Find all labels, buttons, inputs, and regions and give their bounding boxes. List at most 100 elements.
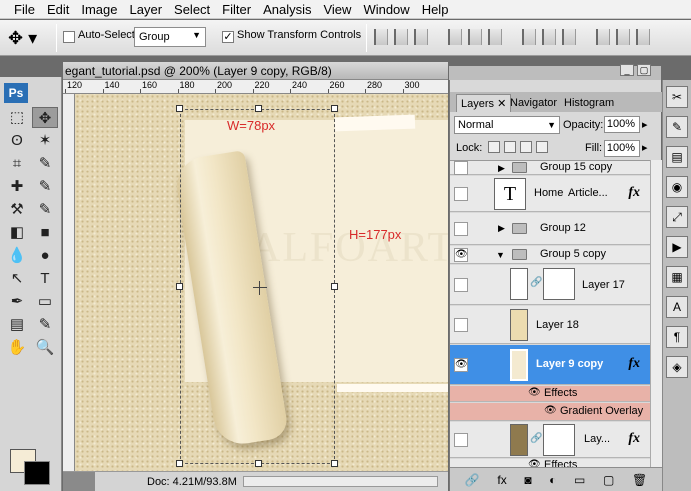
transform-dock-icon[interactable]: ⤢ [666, 206, 688, 228]
menu-edit[interactable]: Edit [41, 0, 75, 19]
distribute-hcenter-icon[interactable] [616, 29, 630, 45]
pen-icon[interactable]: ✒ [4, 291, 30, 312]
marquee-icon[interactable]: ⬚ [4, 107, 30, 128]
visibility-toggle[interactable] [454, 432, 468, 447]
styles-dock-icon[interactable]: ▦ [666, 266, 688, 288]
fx-icon[interactable]: fx [497, 473, 506, 487]
visibility-toggle[interactable] [454, 186, 468, 201]
lasso-icon[interactable]: ʘ [4, 130, 30, 151]
hand-icon[interactable]: ✋ [4, 337, 30, 358]
notes-icon[interactable]: ▤ [4, 314, 30, 335]
link-icon[interactable]: 🔗 [530, 433, 542, 444]
expand-icon[interactable]: ▶ [498, 223, 505, 234]
distribute-vcenter-icon[interactable] [542, 29, 556, 45]
eyedropper-icon[interactable]: ✎ [32, 314, 58, 335]
layer-row-group-15-copy[interactable]: ▶ Group 15 copy [450, 161, 650, 175]
shape-icon[interactable]: ▭ [32, 291, 58, 312]
menu-help[interactable]: Help [416, 0, 455, 19]
align-left-icon[interactable] [448, 29, 462, 45]
layer-row-layer-17[interactable]: 🔗 Layer 17 [450, 265, 650, 305]
brush-dock-icon[interactable]: ✎ [666, 116, 688, 138]
slice-icon[interactable]: ✎ [32, 153, 58, 174]
character-dock-icon[interactable]: A [666, 296, 688, 318]
collapse-icon[interactable]: ▼ [496, 250, 505, 260]
align-hcenter-icon[interactable] [468, 29, 482, 45]
background-color-swatch[interactable] [24, 461, 50, 485]
menu-analysis[interactable]: Analysis [257, 0, 317, 19]
transform-handle[interactable] [331, 460, 338, 467]
dodge-icon[interactable]: ● [32, 245, 58, 266]
brush-icon[interactable]: ✎ [32, 176, 58, 197]
auto-select-checkbox[interactable] [63, 31, 75, 43]
layer-row-home[interactable]: T Home Article... fx [450, 176, 650, 212]
mask-icon[interactable]: ◙ [524, 473, 531, 487]
align-right-icon[interactable] [488, 29, 502, 45]
distribute-left-icon[interactable] [596, 29, 610, 45]
restore-icon[interactable]: ▢ [637, 64, 651, 76]
crop-icon[interactable]: ⌗ [4, 153, 30, 174]
distribute-bottom-icon[interactable] [562, 29, 576, 45]
effect-visibility-icon[interactable]: 👁 [544, 405, 557, 416]
eraser-icon[interactable]: ◧ [4, 222, 30, 243]
transform-handle[interactable] [176, 460, 183, 467]
transform-handle[interactable] [176, 283, 183, 290]
opacity-arrow-icon[interactable]: ▸ [642, 118, 648, 131]
layer-row-group-5-copy[interactable]: 👁 ▼ Group 5 copy [450, 246, 650, 264]
path-select-icon[interactable]: ↖ [4, 268, 30, 289]
layers-scrollbar[interactable] [650, 160, 662, 467]
fx-icon[interactable]: fx [628, 185, 640, 201]
layer-effect-gradient-overlay[interactable]: 👁 Gradient Overlay [450, 403, 650, 421]
zoom-icon[interactable]: 🔍 [32, 337, 58, 358]
magic-wand-icon[interactable]: ✶ [32, 130, 58, 151]
transform-handle[interactable] [176, 105, 183, 112]
visibility-toggle[interactable] [454, 277, 468, 292]
effect-visibility-icon[interactable]: 👁 [528, 387, 541, 398]
type-icon[interactable]: T [32, 268, 58, 289]
layer-effects-row[interactable]: 👁 Effects [450, 459, 650, 467]
blur-icon[interactable]: 💧 [4, 245, 30, 266]
tab-histogram[interactable]: Histogram [560, 94, 618, 112]
show-transform-checkbox[interactable]: ✓ [222, 31, 234, 43]
transform-handle[interactable] [255, 105, 262, 112]
menu-view[interactable]: View [317, 0, 357, 19]
visibility-toggle[interactable] [454, 317, 468, 332]
layer-row-layer-9-copy[interactable]: 👁 Layer 9 copy fx [450, 345, 650, 385]
fx-icon[interactable]: fx [628, 431, 640, 447]
visibility-toggle[interactable]: 👁 [454, 357, 468, 372]
align-top-icon[interactable] [374, 29, 388, 45]
distribute-right-icon[interactable] [636, 29, 650, 45]
fill-field[interactable]: 100% [604, 140, 640, 157]
notes-dock-icon[interactable]: ▤ [666, 146, 688, 168]
tools-dock-icon[interactable]: ✂ [666, 86, 688, 108]
reference-point-icon[interactable] [253, 281, 267, 295]
folder-icon[interactable]: ▭ [574, 473, 585, 487]
transform-handle[interactable] [331, 283, 338, 290]
zoom-field[interactable] [63, 472, 95, 491]
menu-window[interactable]: Window [357, 0, 415, 19]
document-tab[interactable]: egant_tutorial.psd @ 200% (Layer 9 copy,… [63, 62, 448, 80]
gradient-icon[interactable]: ■ [32, 222, 58, 243]
menu-filter[interactable]: Filter [216, 0, 257, 19]
layers-dock-icon[interactable]: ◈ [666, 356, 688, 378]
tab-layers[interactable]: Layers ✕ [456, 94, 512, 112]
transform-handle[interactable] [331, 105, 338, 112]
actions-dock-icon[interactable]: ▶ [666, 236, 688, 258]
expand-icon[interactable]: ▶ [498, 163, 505, 174]
menu-select[interactable]: Select [168, 0, 216, 19]
trash-icon[interactable]: 🗑 [632, 473, 647, 487]
effect-visibility-icon[interactable]: 👁 [528, 459, 541, 467]
opacity-field[interactable]: 100% [604, 116, 640, 133]
color-dock-icon[interactable]: ◉ [666, 176, 688, 198]
horizontal-scrollbar[interactable] [243, 476, 438, 487]
layer-effects-row[interactable]: 👁 Effects [450, 386, 650, 402]
menu-image[interactable]: Image [75, 0, 123, 19]
close-icon[interactable]: ✕ [497, 98, 506, 110]
tab-navigator[interactable]: Navigator [506, 94, 561, 112]
layer-row-layer-18[interactable]: Layer 18 [450, 306, 650, 344]
link-icon[interactable]: 🔗 [530, 277, 542, 288]
adjustment-icon[interactable]: ◐ [549, 473, 556, 487]
move-tool-preset-icon[interactable]: ✥ ▾ [8, 26, 48, 50]
align-vcenter-icon[interactable] [394, 29, 408, 45]
visibility-toggle[interactable] [454, 221, 468, 236]
layer-row-lay[interactable]: 🔗 Lay... fx [450, 422, 650, 458]
